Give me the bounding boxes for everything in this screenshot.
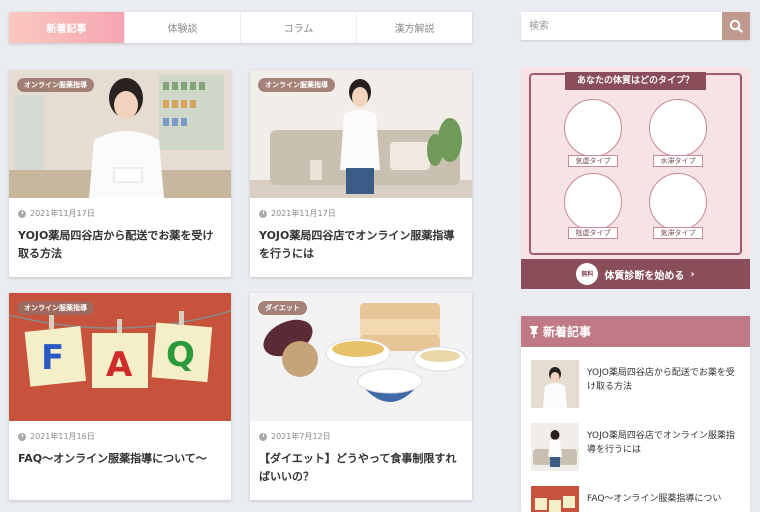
new-posts-widget: 新着記事 YOJO薬局四谷店から配送でお薬を受け取る方法 YOJO薬局四谷店でオ… — [521, 316, 750, 512]
type-label: 気虚タイプ — [568, 155, 618, 167]
article-card[interactable]: ダイエット 2021年7月12日 【ダイエット】どうやって食事制限すればいいの？ — [250, 293, 472, 500]
date-text: 2021年11月16日 — [30, 432, 95, 441]
article-title[interactable]: YOJO薬局四谷店でオンライン服薬指導を行うには — [259, 227, 464, 263]
pin-icon — [530, 325, 538, 338]
search-button[interactable] — [722, 12, 750, 40]
free-badge: 無料 — [576, 263, 599, 285]
faq-letter-a: A — [106, 345, 133, 385]
article-title[interactable]: FAQ〜オンライン服薬指導について〜 — [18, 450, 223, 468]
post-thumbnail — [531, 360, 579, 408]
widget-title: 新着記事 — [543, 325, 592, 339]
banner-frame — [529, 73, 742, 255]
search-icon — [729, 19, 743, 33]
constitution-test-banner[interactable]: あなたの体質はどのタイプ？ 気虚タイプ 水滞タイプ 陰虚タイプ 気滞タイプ 無料… — [521, 67, 750, 289]
type-illustration — [564, 173, 622, 231]
date-text: 2021年11月17日 — [30, 209, 95, 218]
post-title: YOJO薬局四谷店から配送でお薬を受け取る方法 — [587, 368, 735, 392]
article-thumbnail: オンライン服薬指導 — [250, 70, 472, 198]
article-title[interactable]: YOJO薬局四谷店から配送でお薬を受け取る方法 — [18, 227, 223, 263]
category-badge: オンライン服薬指導 — [17, 78, 94, 92]
banner-title: あなたの体質はどのタイプ？ — [565, 72, 706, 90]
cta-label: 体質診断を始める — [604, 270, 685, 282]
new-post-item[interactable]: YOJO薬局四谷店でオンライン服薬指導を行うには — [531, 423, 743, 473]
post-title: FAQ〜オンライン服薬指導につい — [587, 494, 722, 504]
category-badge: オンライン服薬指導 — [17, 301, 94, 315]
widget-header: 新着記事 — [521, 316, 750, 347]
category-tabs: 新着記事 体験談 コラム 漢方解説 — [9, 12, 472, 43]
type-label: 水滞タイプ — [653, 155, 703, 167]
clock-icon — [259, 209, 267, 218]
article-card[interactable]: オンライン服薬指導 2021年11月17日 YOJO薬局四谷店から配送でお薬を受… — [9, 70, 231, 277]
post-title: YOJO薬局四谷店でオンライン服薬指導を行うには — [587, 431, 735, 455]
faq-letter-f: F — [41, 338, 65, 378]
post-thumbnail — [531, 486, 579, 512]
post-date: 2021年11月16日 — [18, 431, 95, 442]
article-title[interactable]: 【ダイエット】どうやって食事制限すればいいの？ — [259, 450, 464, 486]
category-badge: オンライン服薬指導 — [258, 78, 335, 92]
post-date: 2021年11月17日 — [18, 208, 95, 219]
tab-new-articles[interactable]: 新着記事 — [9, 12, 124, 43]
article-thumbnail: ダイエット — [250, 293, 472, 421]
post-date: 2021年11月17日 — [259, 208, 336, 219]
article-thumbnail: F A Q オンライン服薬指導 — [9, 293, 231, 421]
search-box — [521, 12, 750, 40]
chevron-right-icon: › — [690, 268, 695, 280]
post-date: 2021年7月12日 — [259, 431, 331, 442]
date-text: 2021年11月17日 — [271, 209, 336, 218]
new-post-item[interactable]: FAQ〜オンライン服薬指導につい — [531, 486, 743, 512]
start-diagnosis-button[interactable]: 無料 体質診断を始める › — [521, 259, 750, 289]
clock-icon — [18, 432, 26, 441]
search-input[interactable] — [521, 12, 722, 40]
clock-icon — [18, 209, 26, 218]
post-thumbnail — [531, 423, 579, 471]
type-illustration — [649, 99, 707, 157]
type-illustration — [564, 99, 622, 157]
new-post-item[interactable]: YOJO薬局四谷店から配送でお薬を受け取る方法 — [531, 360, 743, 410]
clock-icon — [259, 432, 267, 441]
tab-kampo[interactable]: 漢方解説 — [356, 12, 472, 43]
article-thumbnail: オンライン服薬指導 — [9, 70, 231, 198]
type-label: 陰虚タイプ — [568, 227, 618, 239]
tab-column[interactable]: コラム — [240, 12, 356, 43]
type-label: 気滞タイプ — [653, 227, 703, 239]
article-card[interactable]: オンライン服薬指導 2021年11月17日 YOJO薬局四谷店でオンライン服薬指… — [250, 70, 472, 277]
type-illustration — [649, 173, 707, 231]
article-card[interactable]: F A Q オンライン服薬指導 2021年11月16日 FAQ〜オンライン服薬指… — [9, 293, 231, 500]
faq-letter-q: Q — [166, 335, 195, 375]
tab-experiences[interactable]: 体験談 — [124, 12, 240, 43]
date-text: 2021年7月12日 — [271, 432, 331, 441]
category-badge: ダイエット — [258, 301, 307, 315]
